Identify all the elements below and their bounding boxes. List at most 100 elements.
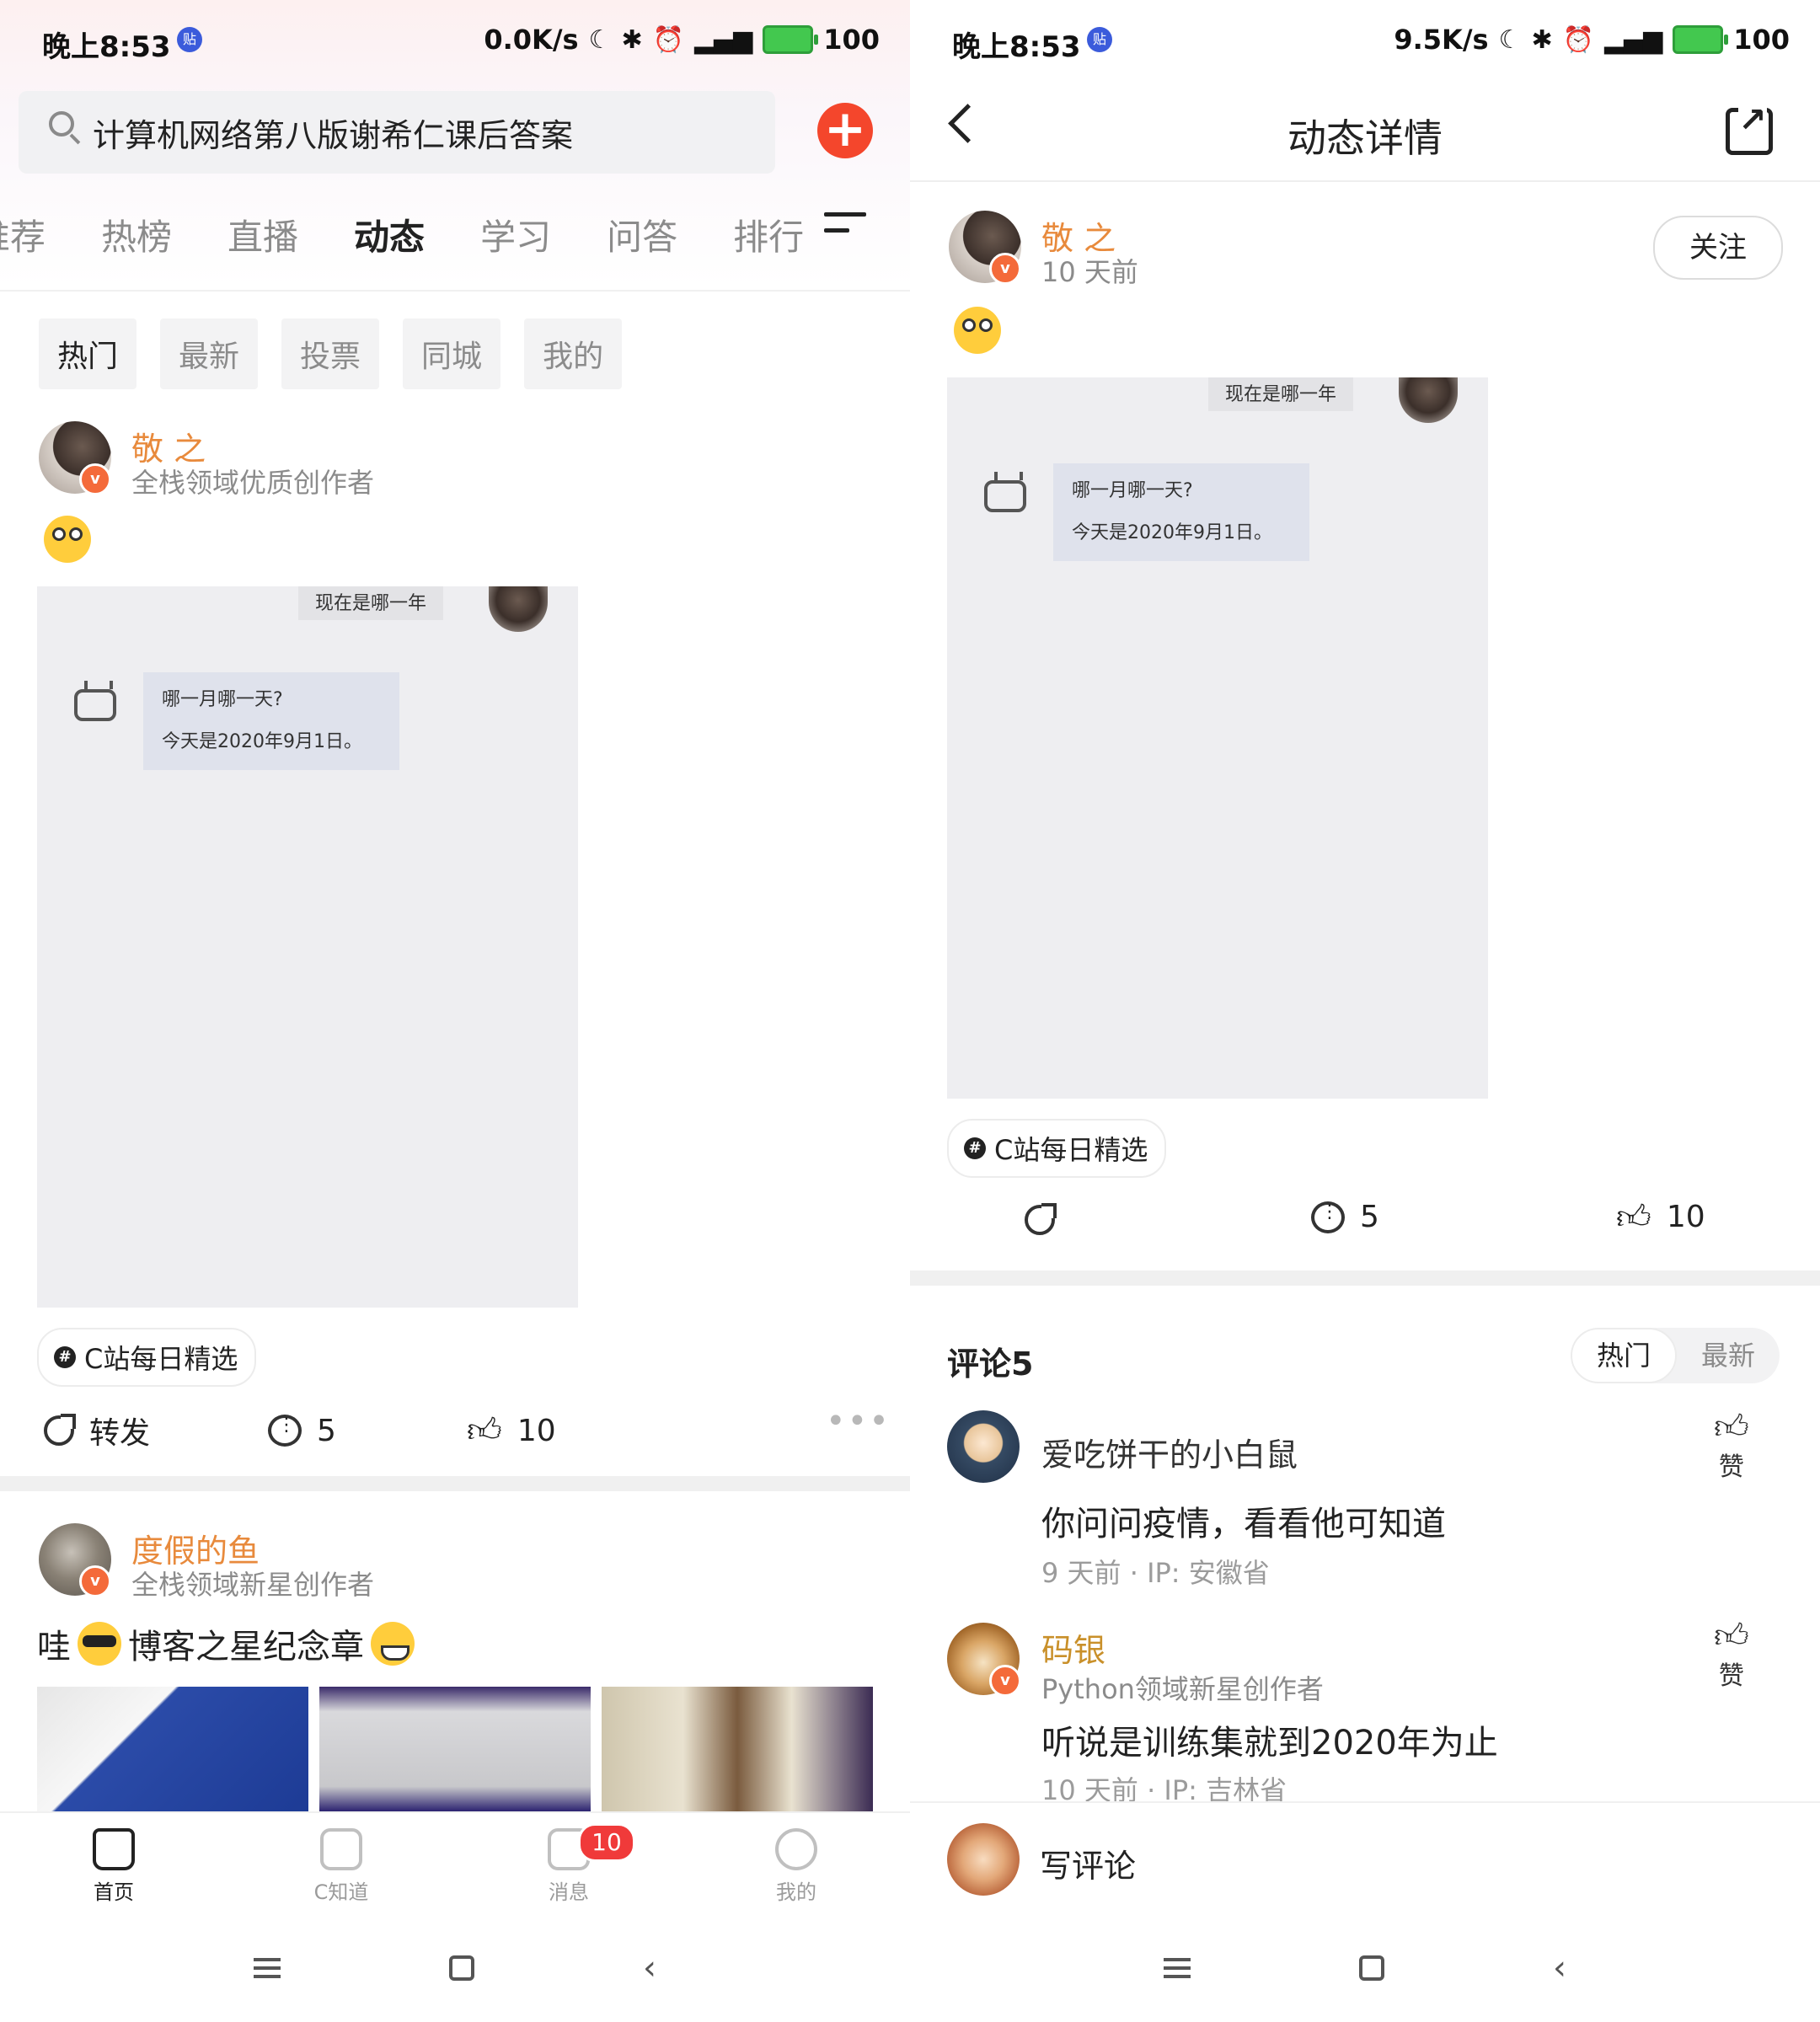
alarm-icon: ⏰ [652, 24, 684, 55]
avatar[interactable] [947, 1410, 1020, 1483]
signal-icon: ▂▄▆ [693, 24, 753, 55]
repost-button[interactable] [1025, 1203, 1057, 1235]
commenter-name[interactable]: 爱吃饼干的小白鼠 [1041, 1429, 1298, 1475]
bottom-navigation: 首页 C知道 10 消息 我的 [0, 1811, 910, 1916]
comment-icon [268, 1415, 302, 1447]
sort-latest[interactable]: 最新 [1677, 1328, 1780, 1383]
tab-recommend[interactable]: 推荐 [0, 209, 46, 268]
category-tabs: 推荐 热榜 直播 动态 学习 问答 排行 [0, 209, 817, 268]
chip-latest[interactable]: 最新 [160, 318, 259, 389]
like-button[interactable]: 👍︎ 10 [1616, 1200, 1705, 1234]
comment-button[interactable]: 5 [268, 1414, 467, 1448]
menu-icon[interactable] [824, 212, 866, 249]
nav-home[interactable]: 首页 [0, 1813, 228, 1916]
page-title: 动态详情 [1287, 115, 1443, 161]
chip-mine[interactable]: 我的 [524, 318, 623, 389]
like-label: 赞 [1718, 1452, 1744, 1482]
comment-like-button[interactable]: 👍︎ 赞 [1714, 1409, 1749, 1483]
post-image[interactable] [37, 1687, 308, 1811]
status-bar: 晚上8:53 贴 9.5K/s ☾ ✱ ⏰ ▂▄▆ 100 [910, 0, 1820, 84]
feed-screen: 晚上8:53 贴 0.0K/s ☾ ✱ ⏰ ▂▄▆ 100 计算机网络第八版谢希… [0, 0, 910, 2022]
post-text-part: 博客之星纪念章 [128, 1628, 364, 1666]
sort-hot[interactable]: 热门 [1571, 1328, 1677, 1383]
comment-sort-toggle: 热门 最新 [1571, 1328, 1780, 1383]
back-icon[interactable]: ‹ [1553, 1949, 1566, 1987]
status-time: 晚上8:53 [42, 30, 171, 64]
nav-profile[interactable]: 我的 [682, 1813, 910, 1916]
nav-c-know[interactable]: C知道 [228, 1813, 455, 1916]
feed-filter-chips: 热门 最新 投票 同城 我的 [39, 318, 623, 389]
battery-icon [1673, 25, 1729, 54]
sunglasses-emoji-icon [78, 1622, 121, 1666]
back-icon[interactable]: ‹ [643, 1949, 656, 1987]
author-title: 全栈领域优质创作者 [131, 467, 375, 499]
chip-vote[interactable]: 投票 [281, 318, 380, 389]
home-icon [93, 1828, 135, 1870]
divider [910, 1270, 1820, 1286]
share-icon[interactable] [1726, 104, 1773, 155]
alarm-icon: ⏰ [1562, 24, 1594, 55]
thumbs-up-icon: 👍︎ [467, 1411, 502, 1450]
thumbs-up-icon: 👍︎ [1616, 1197, 1651, 1237]
search-query: 计算机网络第八版谢希仁课后答案 [93, 117, 574, 154]
like-button[interactable]: 👍︎ 10 [467, 1414, 556, 1448]
comment-text: 听说是训练集就到2020年为止 [1041, 1724, 1498, 1763]
comment-like-button[interactable]: 👍︎ 赞 [1714, 1618, 1749, 1692]
nav-label: 首页 [94, 1880, 134, 1904]
nav-messages[interactable]: 10 消息 [455, 1813, 682, 1916]
share-icon [1025, 1203, 1057, 1235]
status-bar: 晚上8:53 贴 0.0K/s ☾ ✱ ⏰ ▂▄▆ 100 [0, 0, 910, 84]
avatar [1399, 377, 1458, 423]
verified-icon: v [989, 1665, 1021, 1697]
avatar [947, 1823, 1020, 1896]
unread-badge: 10 [578, 1823, 635, 1862]
home-button-icon[interactable] [1359, 1955, 1384, 1981]
battery-level: 100 [823, 24, 880, 56]
robot-icon [984, 472, 1026, 512]
tab-learn[interactable]: 学习 [480, 209, 551, 268]
home-button-icon[interactable] [449, 1955, 474, 1981]
post-image[interactable] [602, 1687, 873, 1811]
write-comment-input[interactable]: 写评论 [1040, 1840, 1136, 1886]
follow-button[interactable]: 关注 [1653, 216, 1783, 280]
comment-button[interactable]: 5 [1311, 1200, 1379, 1234]
topic-label: C站每日精选 [994, 1134, 1148, 1166]
divider [0, 290, 910, 292]
tab-qa[interactable]: 问答 [607, 209, 677, 268]
network-speed: 9.5K/s [1394, 24, 1489, 56]
share-icon [44, 1414, 76, 1446]
tab-feed[interactable]: 动态 [354, 209, 425, 268]
divider [0, 1476, 910, 1491]
tab-ranking[interactable]: 排行 [733, 209, 804, 268]
plus-icon: + [823, 99, 867, 158]
shocked-emoji-icon [954, 307, 1001, 354]
tab-live[interactable]: 直播 [228, 209, 298, 268]
status-time: 晚上8:53 [952, 30, 1081, 64]
chat-bubble-bot: 哪一月哪一天? 今天是2020年9月1日。 [1053, 463, 1309, 561]
post-time: 10 天前 [1041, 256, 1138, 288]
chip-hot[interactable]: 热门 [39, 318, 137, 389]
nav-label: 我的 [776, 1880, 816, 1904]
shocked-emoji-icon [44, 516, 91, 563]
commenter-name[interactable]: 码银 [1041, 1624, 1105, 1671]
post-text[interactable]: 哇 博客之星纪念章 [37, 1619, 415, 1668]
post-detail-screen: 晚上8:53 贴 9.5K/s ☾ ✱ ⏰ ▂▄▆ 100 动态详情 v 敬 之… [910, 0, 1820, 2022]
recents-icon[interactable] [254, 1953, 281, 1983]
search-input[interactable]: 计算机网络第八版谢希仁课后答案 [19, 91, 775, 174]
post-image[interactable] [319, 1687, 591, 1811]
topic-tag[interactable]: # C站每日精选 [37, 1328, 257, 1387]
chip-local[interactable]: 同城 [403, 318, 501, 389]
post-image[interactable]: 现在是哪一年 哪一月哪一天? 今天是2020年9月1日。 [947, 377, 1488, 1099]
recents-icon[interactable] [1164, 1953, 1191, 1983]
topic-tag[interactable]: # C站每日精选 [947, 1119, 1167, 1178]
more-icon[interactable]: ••• [826, 1402, 891, 1441]
add-button[interactable]: + [817, 103, 873, 158]
repost-button[interactable]: 转发 [44, 1409, 268, 1452]
author-title: 全栈领域新星创作者 [131, 1569, 375, 1601]
write-comment-bar[interactable]: 写评论 [910, 1801, 1820, 1916]
system-navigation: ‹ [910, 1914, 1820, 2022]
post-image[interactable]: 现在是哪一年 哪一月哪一天? 今天是2020年9月1日。 [37, 586, 578, 1308]
comment-count: 5 [1360, 1200, 1379, 1234]
status-indicators: 9.5K/s ☾ ✱ ⏰ ▂▄▆ 100 [1394, 24, 1790, 56]
tab-hot-list[interactable]: 热榜 [101, 209, 172, 268]
